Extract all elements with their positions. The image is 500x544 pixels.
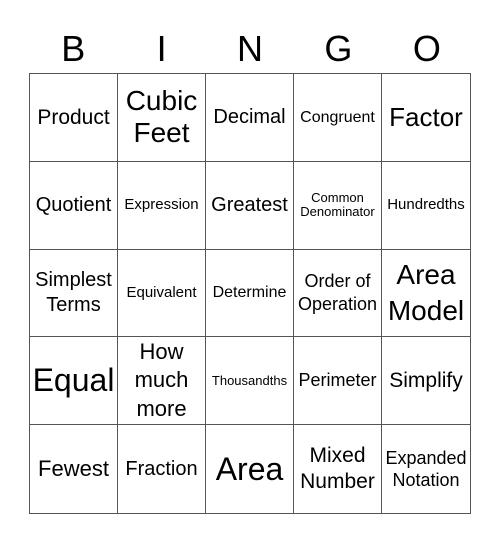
bingo-cell[interactable]: Congruent: [294, 74, 382, 162]
bingo-cell[interactable]: Simplify: [382, 337, 470, 426]
header-letter-o: O: [412, 28, 441, 69]
bingo-cell[interactable]: Mixed Number: [294, 425, 382, 513]
bingo-cell[interactable]: Decimal: [206, 74, 294, 162]
bingo-cell[interactable]: Hundredths: [382, 162, 470, 250]
bingo-cell[interactable]: Area Model: [382, 250, 470, 338]
bingo-cell[interactable]: Thousandths: [206, 337, 294, 426]
bingo-cell[interactable]: Expression: [118, 161, 206, 250]
bingo-grid: Product Cubic Feet Decimal Congruent Fac…: [29, 73, 471, 514]
bingo-cell[interactable]: Quotient: [30, 161, 118, 250]
bingo-cell[interactable]: Determine: [206, 249, 294, 338]
bingo-cell[interactable]: Greatest: [206, 161, 294, 250]
bingo-cell[interactable]: Common Denominator: [294, 161, 382, 250]
bingo-cell[interactable]: Product: [30, 74, 118, 162]
bingo-cell[interactable]: Perimeter: [294, 337, 382, 426]
bingo-cell[interactable]: How much more: [118, 337, 206, 426]
bingo-cell[interactable]: Equivalent: [118, 249, 206, 338]
bingo-cell[interactable]: Equal: [30, 337, 118, 426]
header-letter-g: G: [324, 28, 353, 69]
bingo-cell[interactable]: Fewest: [30, 425, 118, 513]
bingo-cell[interactable]: Simplest Terms: [30, 249, 118, 338]
header-letter-n: N: [237, 28, 264, 69]
header-letter-b: B: [61, 28, 86, 69]
bingo-cell[interactable]: Factor: [382, 74, 470, 162]
bingo-cell[interactable]: Cubic Feet: [118, 74, 206, 162]
bingo-header: B I N G O: [29, 26, 471, 72]
bingo-cell[interactable]: Order of Operation: [294, 249, 382, 338]
bingo-cell[interactable]: Expanded Notation: [382, 425, 470, 513]
header-letter-i: I: [156, 28, 167, 69]
bingo-cell[interactable]: Area: [206, 425, 294, 513]
bingo-cell[interactable]: Fraction: [118, 425, 206, 513]
